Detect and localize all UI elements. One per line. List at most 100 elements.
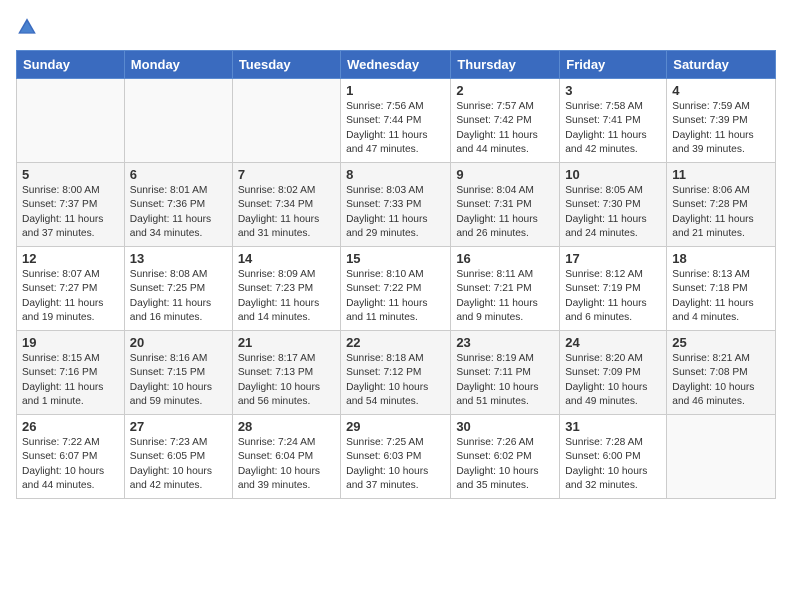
calendar-cell: 29 Sunrise: 7:25 AM Sunset: 6:03 PM Dayli…: [341, 415, 451, 499]
calendar-cell: 14 Sunrise: 8:09 AM Sunset: 7:23 PM Dayli…: [232, 247, 340, 331]
day-number: 18: [672, 251, 770, 266]
day-number: 14: [238, 251, 335, 266]
day-number: 7: [238, 167, 335, 182]
day-info: Sunrise: 8:03 AM Sunset: 7:33 PM Dayligh…: [346, 184, 445, 241]
day-info: Sunrise: 8:11 AM Sunset: 7:21 PM Dayligh…: [456, 268, 554, 325]
day-number: 2: [456, 83, 554, 98]
header-saturday: Saturday: [667, 51, 776, 79]
day-number: 28: [238, 419, 335, 434]
day-number: 5: [22, 167, 119, 182]
calendar-cell: 8 Sunrise: 8:03 AM Sunset: 7:33 PM Daylig…: [341, 163, 451, 247]
day-info: Sunrise: 8:21 AM Sunset: 7:08 PM Dayligh…: [672, 352, 770, 409]
day-number: 15: [346, 251, 445, 266]
day-info: Sunrise: 7:24 AM Sunset: 6:04 PM Dayligh…: [238, 436, 335, 493]
day-number: 23: [456, 335, 554, 350]
header-tuesday: Tuesday: [232, 51, 340, 79]
day-info: Sunrise: 8:04 AM Sunset: 7:31 PM Dayligh…: [456, 184, 554, 241]
calendar-cell: 17 Sunrise: 8:12 AM Sunset: 7:19 PM Dayli…: [560, 247, 667, 331]
header-wednesday: Wednesday: [341, 51, 451, 79]
day-number: 13: [130, 251, 227, 266]
calendar-week-2: 5 Sunrise: 8:00 AM Sunset: 7:37 PM Daylig…: [17, 163, 776, 247]
day-number: 22: [346, 335, 445, 350]
day-info: Sunrise: 7:26 AM Sunset: 6:02 PM Dayligh…: [456, 436, 554, 493]
day-number: 8: [346, 167, 445, 182]
calendar-cell: 9Sunrise: 8:04 AM Sunset: 7:31 PM Daylig…: [451, 163, 560, 247]
day-number: 1: [346, 83, 445, 98]
day-number: 10: [565, 167, 661, 182]
calendar-cell: [232, 79, 340, 163]
logo: [16, 16, 42, 38]
calendar-cell: 28 Sunrise: 7:24 AM Sunset: 6:04 PM Dayli…: [232, 415, 340, 499]
calendar-week-5: 26 Sunrise: 7:22 AM Sunset: 6:07 PM Dayli…: [17, 415, 776, 499]
day-number: 3: [565, 83, 661, 98]
day-info: Sunrise: 8:19 AM Sunset: 7:11 PM Dayligh…: [456, 352, 554, 409]
day-number: 27: [130, 419, 227, 434]
day-info: Sunrise: 8:15 AM Sunset: 7:16 PM Dayligh…: [22, 352, 119, 409]
day-info: Sunrise: 8:16 AM Sunset: 7:15 PM Dayligh…: [130, 352, 227, 409]
day-info: Sunrise: 8:09 AM Sunset: 7:23 PM Dayligh…: [238, 268, 335, 325]
day-info: Sunrise: 7:23 AM Sunset: 6:05 PM Dayligh…: [130, 436, 227, 493]
calendar-cell: 18Sunrise: 8:13 AM Sunset: 7:18 PM Dayli…: [667, 247, 776, 331]
day-info: Sunrise: 7:25 AM Sunset: 6:03 PM Dayligh…: [346, 436, 445, 493]
calendar-cell: 3 Sunrise: 7:58 AM Sunset: 7:41 PM Daylig…: [560, 79, 667, 163]
day-number: 12: [22, 251, 119, 266]
header-friday: Friday: [560, 51, 667, 79]
day-number: 17: [565, 251, 661, 266]
day-info: Sunrise: 8:18 AM Sunset: 7:12 PM Dayligh…: [346, 352, 445, 409]
day-info: Sunrise: 8:17 AM Sunset: 7:13 PM Dayligh…: [238, 352, 335, 409]
day-info: Sunrise: 8:06 AM Sunset: 7:28 PM Dayligh…: [672, 184, 770, 241]
calendar-cell: 10 Sunrise: 8:05 AM Sunset: 7:30 PM Dayli…: [560, 163, 667, 247]
day-number: 6: [130, 167, 227, 182]
day-number: 26: [22, 419, 119, 434]
header-sunday: Sunday: [17, 51, 125, 79]
calendar-cell: [667, 415, 776, 499]
day-number: 11: [672, 167, 770, 182]
calendar-cell: 16 Sunrise: 8:11 AM Sunset: 7:21 PM Dayli…: [451, 247, 560, 331]
day-info: Sunrise: 7:57 AM Sunset: 7:42 PM Dayligh…: [456, 100, 554, 157]
day-info: Sunrise: 7:22 AM Sunset: 6:07 PM Dayligh…: [22, 436, 119, 493]
day-number: 25: [672, 335, 770, 350]
logo-icon: [16, 16, 38, 38]
day-number: 21: [238, 335, 335, 350]
day-info: Sunrise: 8:00 AM Sunset: 7:37 PM Dayligh…: [22, 184, 119, 241]
day-number: 16: [456, 251, 554, 266]
calendar-cell: 5 Sunrise: 8:00 AM Sunset: 7:37 PM Daylig…: [17, 163, 125, 247]
calendar-cell: 24 Sunrise: 8:20 AM Sunset: 7:09 PM Dayli…: [560, 331, 667, 415]
calendar-cell: 15 Sunrise: 8:10 AM Sunset: 7:22 PM Dayli…: [341, 247, 451, 331]
calendar-cell: 25 Sunrise: 8:21 AM Sunset: 7:08 PM Dayli…: [667, 331, 776, 415]
calendar-cell: 12 Sunrise: 8:07 AM Sunset: 7:27 PM Dayli…: [17, 247, 125, 331]
calendar-cell: 26 Sunrise: 7:22 AM Sunset: 6:07 PM Dayli…: [17, 415, 125, 499]
day-info: Sunrise: 8:10 AM Sunset: 7:22 PM Dayligh…: [346, 268, 445, 325]
day-info: Sunrise: 8:20 AM Sunset: 7:09 PM Dayligh…: [565, 352, 661, 409]
calendar-cell: 31Sunrise: 7:28 AM Sunset: 6:00 PM Dayli…: [560, 415, 667, 499]
calendar-cell: 11 Sunrise: 8:06 AM Sunset: 7:28 PM Dayli…: [667, 163, 776, 247]
day-info: Sunrise: 7:58 AM Sunset: 7:41 PM Dayligh…: [565, 100, 661, 157]
day-info: Sunrise: 8:02 AM Sunset: 7:34 PM Dayligh…: [238, 184, 335, 241]
calendar-week-4: 19 Sunrise: 8:15 AM Sunset: 7:16 PM Dayli…: [17, 331, 776, 415]
day-info: Sunrise: 8:05 AM Sunset: 7:30 PM Dayligh…: [565, 184, 661, 241]
day-info: Sunrise: 8:08 AM Sunset: 7:25 PM Dayligh…: [130, 268, 227, 325]
day-info: Sunrise: 7:56 AM Sunset: 7:44 PM Dayligh…: [346, 100, 445, 157]
header-monday: Monday: [124, 51, 232, 79]
calendar-cell: [124, 79, 232, 163]
header-thursday: Thursday: [451, 51, 560, 79]
day-info: Sunrise: 8:07 AM Sunset: 7:27 PM Dayligh…: [22, 268, 119, 325]
calendar-cell: 21 Sunrise: 8:17 AM Sunset: 7:13 PM Dayli…: [232, 331, 340, 415]
calendar-cell: 6 Sunrise: 8:01 AM Sunset: 7:36 PM Daylig…: [124, 163, 232, 247]
calendar-week-1: 1 Sunrise: 7:56 AM Sunset: 7:44 PM Daylig…: [17, 79, 776, 163]
calendar-cell: 4Sunrise: 7:59 AM Sunset: 7:39 PM Daylig…: [667, 79, 776, 163]
calendar-cell: 20Sunrise: 8:16 AM Sunset: 7:15 PM Dayli…: [124, 331, 232, 415]
calendar-cell: 27 Sunrise: 7:23 AM Sunset: 6:05 PM Dayli…: [124, 415, 232, 499]
day-number: 19: [22, 335, 119, 350]
day-number: 30: [456, 419, 554, 434]
day-number: 31: [565, 419, 661, 434]
calendar-cell: 23 Sunrise: 8:19 AM Sunset: 7:11 PM Dayli…: [451, 331, 560, 415]
calendar-cell: 2 Sunrise: 7:57 AM Sunset: 7:42 PM Daylig…: [451, 79, 560, 163]
day-info: Sunrise: 8:01 AM Sunset: 7:36 PM Dayligh…: [130, 184, 227, 241]
calendar-cell: 1 Sunrise: 7:56 AM Sunset: 7:44 PM Daylig…: [341, 79, 451, 163]
calendar-week-3: 12 Sunrise: 8:07 AM Sunset: 7:27 PM Dayli…: [17, 247, 776, 331]
calendar-cell: [17, 79, 125, 163]
day-number: 24: [565, 335, 661, 350]
day-info: Sunrise: 8:12 AM Sunset: 7:19 PM Dayligh…: [565, 268, 661, 325]
day-number: 29: [346, 419, 445, 434]
